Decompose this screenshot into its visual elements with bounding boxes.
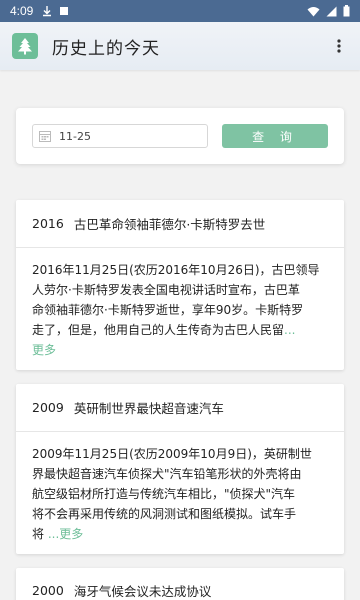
download-icon bbox=[43, 6, 52, 17]
event-summary: 2009年11月25日(农历2009年10月9日)，英研制世 界最快超音速汽车侦… bbox=[16, 432, 344, 544]
status-bar: 4:09 bbox=[0, 0, 360, 22]
more-options-icon[interactable] bbox=[330, 36, 348, 56]
event-card[interactable]: 2016 古巴革命领袖菲德尔·卡斯特罗去世 2016年11月25日(农历2016… bbox=[16, 200, 344, 370]
calendar-icon bbox=[39, 131, 51, 142]
summary-line: 2016年11月25日(农历2016年10月26日)，古巴领导 bbox=[32, 263, 320, 277]
more-link[interactable]: 更多 bbox=[59, 527, 83, 541]
wifi-icon bbox=[307, 6, 320, 16]
date-field[interactable] bbox=[32, 124, 208, 148]
event-title: 海牙气候会议未达成协议 bbox=[73, 583, 212, 599]
event-title: 古巴革命领袖菲德尔·卡斯特罗去世 bbox=[73, 217, 266, 232]
ellipsis: ... bbox=[47, 527, 60, 541]
summary-line: 2009年11月25日(农历2009年10月9日)，英研制世 bbox=[32, 447, 312, 461]
ellipsis: ... bbox=[284, 323, 296, 337]
page-title: 历史上的今天 bbox=[52, 38, 160, 59]
summary-line: 命领袖菲德尔·卡斯特罗逝世，享年90岁。卡斯特罗 bbox=[32, 303, 304, 317]
summary-line: 走了，但是，他用自己的人生传奇为古巴人民留... bbox=[32, 320, 328, 340]
app-bar: 历史上的今天 bbox=[0, 22, 360, 70]
event-year: 2000 bbox=[32, 582, 64, 598]
event-card[interactable]: 2009 英研制世界最快超音速汽车 2009年11月25日(农历2009年10月… bbox=[16, 384, 344, 554]
date-input[interactable] bbox=[59, 129, 199, 143]
event-card-header: 2000 海牙气候会议未达成协议 bbox=[16, 568, 344, 600]
search-card: 查 询 bbox=[16, 108, 344, 164]
summary-line: 将不会再采用传统的风洞测试和图纸模拟。试车手 bbox=[32, 507, 297, 521]
summary-line-text: 走了，但是，他用自己的人生传奇为古巴人民留 bbox=[32, 323, 285, 337]
battery-icon bbox=[343, 5, 350, 17]
event-card[interactable]: 2000 海牙气候会议未达成协议 bbox=[16, 568, 344, 600]
event-card-header: 2009 英研制世界最快超音速汽车 bbox=[16, 384, 344, 432]
search-button[interactable]: 查 询 bbox=[222, 124, 328, 148]
summary-line: 人劳尔·卡斯特罗发表全国电视讲话时宣布，古巴革 bbox=[32, 283, 300, 297]
more-link[interactable]: 更多 bbox=[32, 343, 56, 357]
event-year: 2016 bbox=[32, 216, 64, 231]
summary-line-text: 将 bbox=[32, 527, 45, 541]
summary-line: 界最快超音速汽车侦探犬"汽车铅笔形状的外壳将由 bbox=[32, 467, 302, 481]
event-year: 2009 bbox=[32, 400, 64, 415]
summary-line: 航空级铝材所打造与传统汽车相比，"侦探犬"汽车 bbox=[32, 487, 296, 501]
app-logo-tree-icon bbox=[12, 33, 38, 59]
signal-icon bbox=[326, 6, 337, 16]
notification-icon bbox=[60, 7, 69, 15]
event-summary: 2016年11月25日(农历2016年10月26日)，古巴领导 人劳尔·卡斯特罗… bbox=[16, 248, 344, 360]
summary-line: 将 ...更多 bbox=[32, 524, 328, 544]
event-card-header: 2016 古巴革命领袖菲德尔·卡斯特罗去世 bbox=[16, 200, 344, 248]
status-time: 4:09 bbox=[10, 4, 34, 18]
event-title: 英研制世界最快超音速汽车 bbox=[73, 401, 224, 416]
